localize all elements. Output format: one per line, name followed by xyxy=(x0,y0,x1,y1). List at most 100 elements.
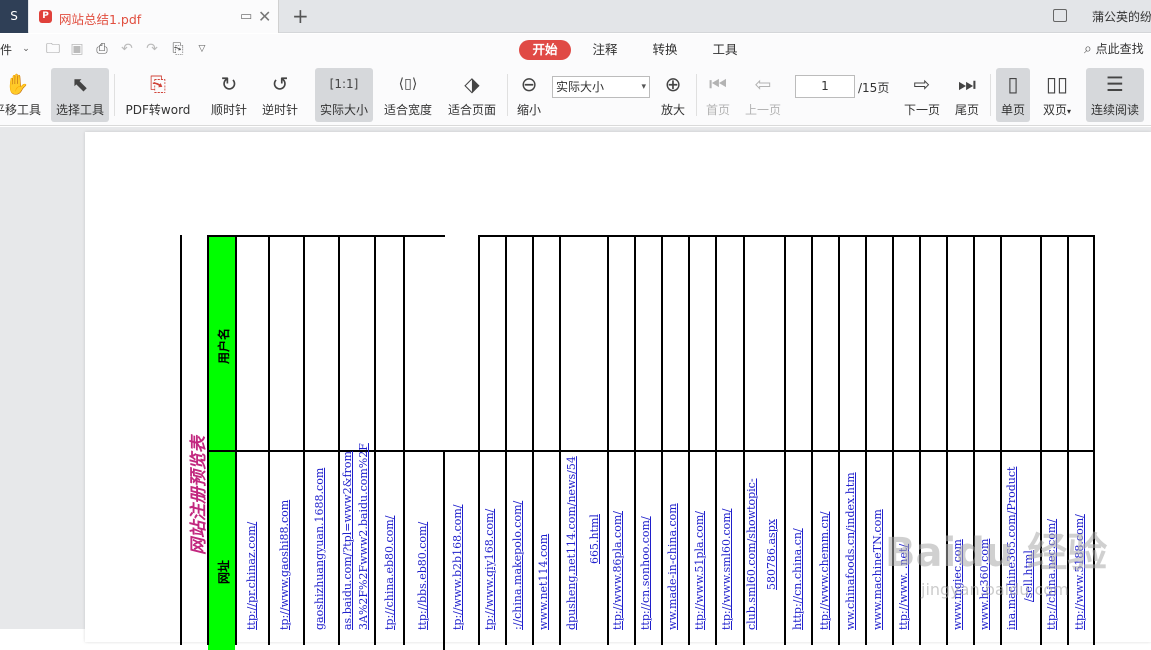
table-column-line xyxy=(838,235,840,645)
table-column-line xyxy=(478,235,480,645)
rotate-counterclockwise-button[interactable]: ↺ 逆时针 xyxy=(259,68,301,122)
url-link[interactable]: ttp://pr.chinaz.com/ xyxy=(245,522,258,630)
open-folder-icon[interactable]: 🗀 xyxy=(44,40,62,58)
file-menu[interactable]: 件 xyxy=(0,41,12,58)
rotate-clockwise-label: 顺时针 xyxy=(210,103,247,117)
zoom-out-button[interactable]: ⊖ 缩小 xyxy=(512,68,546,122)
url-link[interactable]: as.baidu.com/?tpl=www2&from xyxy=(341,451,354,630)
url-link[interactable]: club.sml60.com/showtopic- xyxy=(745,478,758,630)
pan-tool-button[interactable]: ✋ 平移工具 xyxy=(0,68,42,122)
fit-width-label: 适合宽度 xyxy=(383,103,432,117)
url-link[interactable]: ://china.makepolo.com/ xyxy=(511,501,524,630)
rotate-counterclockwise-label: 逆时针 xyxy=(261,103,298,117)
share-icon[interactable]: ⎘ xyxy=(169,40,187,58)
next-page-button[interactable]: ⇨ 下一页 xyxy=(900,68,944,122)
url-link[interactable]: www.net114.com xyxy=(537,534,550,630)
pdf-to-word-label: PDF转word xyxy=(125,103,191,117)
url-link[interactable]: ww.made-in-china.com xyxy=(666,503,679,630)
url-link[interactable]: ttp://www.86pla.com/ xyxy=(611,511,624,630)
zoom-in-button[interactable]: ⊕ 放大 xyxy=(656,68,690,122)
document-tab[interactable]: P 网站总结1.pdf ▭ ✕ xyxy=(29,0,279,33)
redo-icon[interactable]: ↷ xyxy=(143,40,161,58)
app-tab[interactable]: S xyxy=(0,0,28,33)
url-link[interactable]: ttp://www.sml60.com/ xyxy=(720,509,733,630)
header-username: 用户名 xyxy=(217,327,231,364)
table-column-line xyxy=(443,450,445,650)
url-link[interactable]: tp://www.qiy168.com/ xyxy=(483,509,496,630)
print-icon[interactable]: ⎙ xyxy=(93,40,111,58)
arrow-left-icon: ⇦ xyxy=(754,72,772,96)
hand-icon: ✋ xyxy=(4,72,30,96)
url-link[interactable]: www.machineTN.com xyxy=(871,509,884,630)
rotate-clockwise-button[interactable]: ↻ 顺时针 xyxy=(208,68,250,122)
select-tool-button[interactable]: ⬉ 选择工具 xyxy=(51,68,109,122)
fit-page-icon: ⬗ xyxy=(464,72,480,96)
window-mode-icon[interactable] xyxy=(1053,9,1067,22)
url-link[interactable]: ttp://cn.sonhoo.com/ xyxy=(639,516,652,630)
pdf-to-word-button[interactable]: ⎘ PDF转word xyxy=(124,68,192,122)
page-number-input[interactable]: 1 xyxy=(795,75,855,98)
document-viewport[interactable]: 网站注册预览表 用户名 网址 ttp://pr.chinaz.com/tp://… xyxy=(0,127,1151,650)
tab-annotate[interactable]: 注释 xyxy=(589,40,621,60)
url-link[interactable]: ttp://bbs.eb80.com/ xyxy=(416,522,429,630)
select-tool-label: 选择工具 xyxy=(55,103,104,117)
continuous-reading-label: 连续阅读 xyxy=(1090,103,1139,117)
url-link[interactable]: 665.html xyxy=(588,514,601,564)
url-link[interactable]: dpusheng.net114.com/news/54 xyxy=(565,456,578,630)
url-link[interactable]: tp://www.gaoshi88.com xyxy=(278,500,291,630)
continuous-reading-button[interactable]: ☰ 连续阅读 xyxy=(1086,68,1144,122)
tab-tools[interactable]: 工具 xyxy=(709,40,741,60)
single-page-button[interactable]: ▯ 单页 xyxy=(996,68,1030,122)
prev-page-button[interactable]: ⇦ 上一页 xyxy=(742,68,784,122)
chevron-down-icon[interactable]: ⌄ xyxy=(17,40,35,58)
close-tab-icon[interactable]: ✕ xyxy=(258,7,271,26)
chevron-down-icon: ▾ xyxy=(641,82,646,92)
continuous-reading-icon: ☰ xyxy=(1106,72,1124,96)
user-name[interactable]: 蒲公英的纷 xyxy=(1092,8,1151,25)
url-link[interactable]: http://cn.china.cn/ xyxy=(791,528,804,630)
tab-bar: S P 网站总结1.pdf ▭ ✕ + 蒲公英的纷 xyxy=(0,0,1151,33)
url-link[interactable]: ww.chinafoods.cn/index.htm xyxy=(844,472,857,630)
url-link[interactable]: ttp://www.chemm.cn/ xyxy=(818,511,831,630)
url-link[interactable]: tp://www.b2b168.com/ xyxy=(451,504,464,630)
more-dropdown-icon[interactable]: ▽ xyxy=(193,40,211,58)
tab-start[interactable]: 开始 xyxy=(519,40,571,60)
next-page-label: 下一页 xyxy=(903,103,940,117)
baidu-watermark: Baidu 经验 xyxy=(885,530,1108,576)
fit-width-button[interactable]: ⟨▯⟩ 适合宽度 xyxy=(380,68,436,122)
url-link[interactable]: gaoshizhuangyuan.1688.com xyxy=(313,468,326,630)
document-tab-title: 网站总结1.pdf xyxy=(59,12,142,27)
double-page-icon: ▯▯ xyxy=(1045,72,1068,96)
new-tab-button[interactable]: + xyxy=(292,4,309,28)
double-page-button[interactable]: ▯▯ 双页▾ xyxy=(1036,68,1078,122)
table-column-line xyxy=(532,235,534,645)
divider xyxy=(507,74,508,116)
tab-convert[interactable]: 转换 xyxy=(649,40,681,60)
zoom-select[interactable]: 实际大小 ▾ xyxy=(552,76,650,98)
cursor-icon: ⬉ xyxy=(71,72,89,96)
first-page-button[interactable]: ⏮ 首页 xyxy=(702,68,734,122)
table-column-line xyxy=(268,235,270,645)
table-column-line xyxy=(715,235,717,645)
table-column-line xyxy=(688,235,690,645)
search-icon: ⌕ xyxy=(1084,41,1092,57)
document-title: 网站注册预览表 xyxy=(189,436,209,555)
monitor-icon[interactable]: ▭ xyxy=(240,9,252,24)
table-column-line xyxy=(338,235,340,645)
url-link[interactable]: ttp://www.51pla.com/ xyxy=(693,511,706,630)
search-box[interactable]: ⌕ 点此查找 xyxy=(1084,40,1144,57)
single-page-icon: ▯ xyxy=(1007,72,1019,96)
divider xyxy=(990,74,991,116)
table-column-line xyxy=(180,235,182,645)
last-page-button[interactable]: ⏭ 尾页 xyxy=(950,68,984,122)
url-link[interactable]: 3A%2F%2Fwww2.baidu.com%2F xyxy=(357,443,370,630)
undo-icon[interactable]: ↶ xyxy=(118,40,136,58)
url-link[interactable]: 580786.aspx xyxy=(765,519,778,590)
actual-size-button[interactable]: [1:1] 实际大小 xyxy=(315,68,373,122)
table-border-top-right xyxy=(478,235,1095,237)
first-page-label: 首页 xyxy=(705,103,730,117)
fit-page-button[interactable]: ⬗ 适合页面 xyxy=(444,68,500,122)
save-icon[interactable]: ▣ xyxy=(68,40,86,58)
url-link[interactable]: tp://china.eb80.com/ xyxy=(383,516,396,630)
zoom-select-value: 实际大小 xyxy=(556,80,605,94)
